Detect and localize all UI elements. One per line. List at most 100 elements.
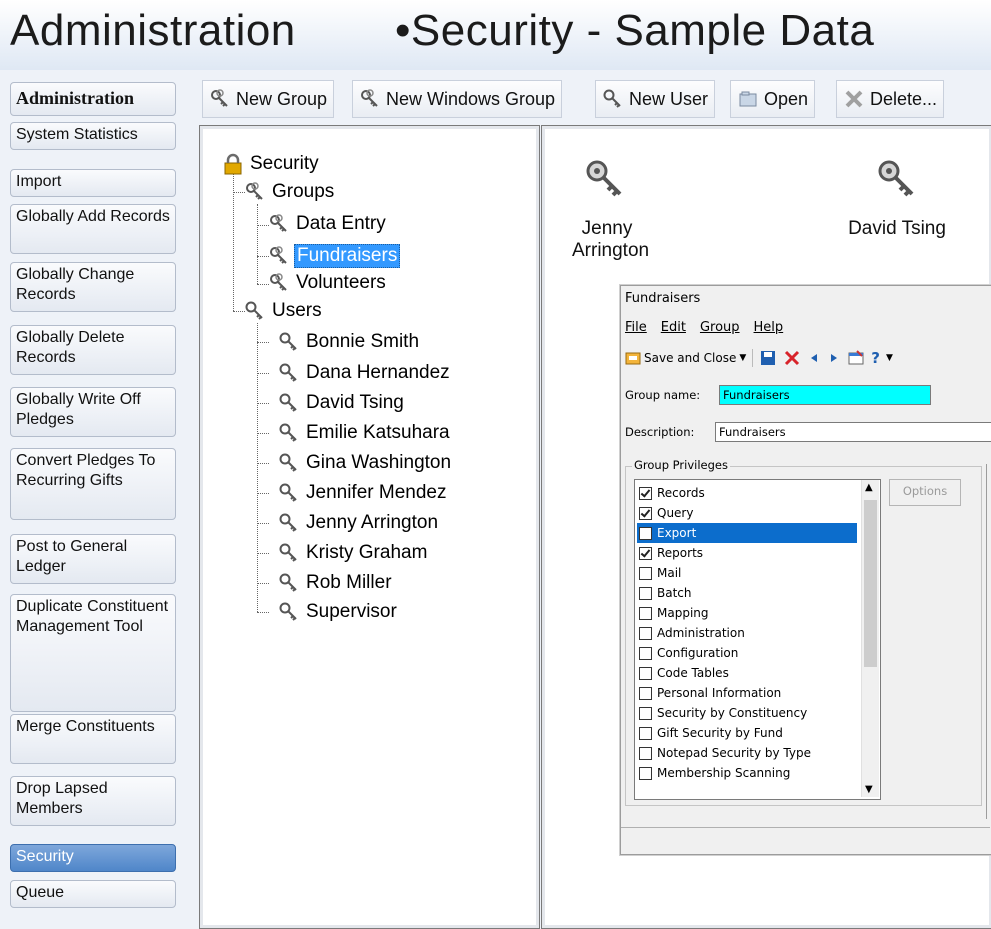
previous-arrow-icon[interactable] (807, 349, 821, 367)
checkbox[interactable] (639, 746, 652, 760)
checkbox[interactable] (639, 766, 652, 780)
privilege-item[interactable]: Gift Security by Fund (637, 723, 857, 743)
privilege-item[interactable]: Records (637, 483, 857, 503)
privilege-label: Notepad Security by Type (657, 746, 811, 760)
tree-node-user[interactable]: Dana Hernandez (278, 362, 452, 384)
checkbox[interactable] (639, 586, 652, 600)
menu-group[interactable]: Group (700, 320, 740, 335)
tree-node-group-volunteers[interactable]: Volunteers (268, 272, 388, 294)
nav-item-globally-write-off-pledges[interactable]: Globally Write Off Pledges (10, 387, 176, 437)
open-button[interactable]: Open (730, 80, 816, 118)
privilege-item[interactable]: Personal Information (637, 683, 857, 703)
privileges-scrollbar[interactable]: ▲ ▼ (861, 480, 879, 797)
privilege-item[interactable]: Notepad Security by Type (637, 743, 857, 763)
key-icon (279, 483, 297, 502)
checkbox[interactable] (639, 486, 652, 500)
nav-item-globally-change-records[interactable]: Globally Change Records (10, 262, 176, 312)
privilege-item[interactable]: Membership Scanning (637, 763, 857, 783)
privilege-item[interactable]: Configuration (637, 643, 857, 663)
tree-node-user[interactable]: David Tsing (278, 392, 406, 414)
menu-edit[interactable]: Edit (661, 320, 686, 335)
tree-node-security[interactable]: Security (222, 153, 321, 175)
delete-icon[interactable] (783, 349, 801, 367)
nav-item-globally-add-records[interactable]: Globally Add Records (10, 204, 176, 254)
nav-item-import[interactable]: Import (10, 169, 176, 197)
tree-node-user[interactable]: Bonnie Smith (278, 331, 421, 353)
menu-file[interactable]: File (625, 320, 647, 335)
tree-node-user[interactable]: Supervisor (278, 601, 399, 623)
tree-connector (257, 373, 269, 374)
key-icon (279, 453, 297, 472)
nav-item-convert-pledges[interactable]: Convert Pledges To Recurring Gifts (10, 448, 176, 520)
checkbox[interactable] (639, 506, 652, 520)
nav-item-system-statistics[interactable]: System Statistics (10, 122, 176, 150)
privilege-item[interactable]: Security by Constituency (637, 703, 857, 723)
group-keys-icon (270, 273, 287, 291)
privilege-item-selected[interactable]: Export (637, 523, 857, 543)
nav-item-security[interactable]: Security (10, 844, 176, 872)
delete-button[interactable]: Delete... (836, 80, 945, 118)
tree-node-user[interactable]: Jennifer Mendez (278, 482, 448, 504)
checkbox[interactable] (639, 626, 652, 640)
scrollbar-thumb[interactable] (864, 500, 877, 667)
nav-item-queue[interactable]: Queue (10, 880, 176, 908)
save-and-close-button[interactable]: Save and Close ▼ (625, 350, 746, 366)
nav-item-post-to-general-ledger[interactable]: Post to General Ledger (10, 534, 176, 584)
new-group-button[interactable]: New Group (202, 80, 335, 118)
scroll-up-arrow-icon[interactable]: ▲ (865, 482, 873, 493)
next-arrow-icon[interactable] (827, 349, 841, 367)
new-user-button[interactable]: New User (595, 80, 716, 118)
privilege-item[interactable]: Code Tables (637, 663, 857, 683)
privilege-label: Mail (657, 566, 682, 580)
tree-label: Security (250, 153, 319, 174)
open-label: Open (764, 89, 809, 109)
tree-node-user[interactable]: Kristy Graham (278, 542, 429, 564)
tree-node-groups[interactable]: Groups (244, 181, 336, 203)
privilege-label: Code Tables (657, 666, 729, 680)
checkbox[interactable] (639, 726, 652, 740)
tree-node-users[interactable]: Users (244, 300, 324, 322)
nav-item-merge-constituents[interactable]: Merge Constituents (10, 714, 176, 764)
tree-node-user[interactable]: Gina Washington (278, 452, 453, 474)
checkbox[interactable] (639, 526, 652, 540)
page-subtitle: •Security - Sample Data (395, 6, 875, 55)
dialog-menubar: File Edit Group Help (625, 320, 783, 335)
save-icon[interactable] (759, 349, 777, 367)
tree-node-group-fundraisers[interactable]: Fundraisers (268, 244, 401, 268)
user-caption: David Tsing (832, 218, 962, 240)
privilege-item[interactable]: Mapping (637, 603, 857, 623)
new-windows-group-button[interactable]: New Windows Group (352, 80, 563, 118)
nav-header-administration[interactable]: Administration (10, 82, 176, 116)
nav-label: Administration (16, 88, 135, 108)
tree-node-user[interactable]: Jenny Arrington (278, 512, 440, 534)
tree-node-group-data-entry[interactable]: Data Entry (268, 213, 388, 235)
group-name-input[interactable]: Fundraisers (719, 385, 931, 405)
description-input[interactable]: Fundraisers (715, 422, 991, 442)
help-icon[interactable]: ? (871, 349, 880, 367)
menu-help[interactable]: Help (754, 320, 784, 335)
privilege-item[interactable]: Reports (637, 543, 857, 563)
checkbox[interactable] (639, 546, 652, 560)
user-caption-line: Jenny (581, 218, 633, 239)
checkbox[interactable] (639, 646, 652, 660)
properties-icon[interactable] (847, 349, 865, 367)
scroll-down-arrow-icon[interactable]: ▼ (865, 784, 873, 795)
checkbox[interactable] (639, 686, 652, 700)
checkbox[interactable] (639, 666, 652, 680)
privilege-item[interactable]: Administration (637, 623, 857, 643)
checkbox[interactable] (639, 606, 652, 620)
nav-item-duplicate-constituent-management-tool[interactable]: Duplicate Constituent Management Tool (10, 594, 176, 712)
checkbox[interactable] (639, 566, 652, 580)
privilege-item[interactable]: Query (637, 503, 857, 523)
tree-node-user[interactable]: Rob Miller (278, 572, 394, 594)
options-button[interactable]: Options (889, 479, 961, 506)
privilege-label: Batch (657, 586, 692, 600)
tree-node-user[interactable]: Emilie Katsuhara (278, 422, 452, 444)
nav-item-drop-lapsed-members[interactable]: Drop Lapsed Members (10, 776, 176, 826)
checkbox[interactable] (639, 706, 652, 720)
privileges-list[interactable]: Records Query Export Reports Mail Batch … (634, 479, 881, 800)
tree-label: Users (272, 300, 322, 321)
privilege-item[interactable]: Batch (637, 583, 857, 603)
nav-item-globally-delete-records[interactable]: Globally Delete Records (10, 325, 176, 375)
privilege-item[interactable]: Mail (637, 563, 857, 583)
